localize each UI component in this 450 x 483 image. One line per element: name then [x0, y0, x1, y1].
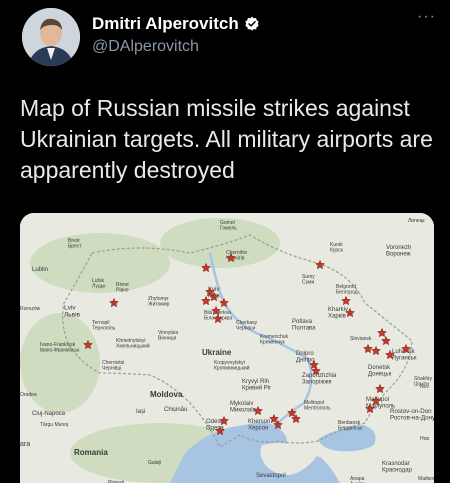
map-label-vinnytsia: Vinnytsia Вінниця: [158, 330, 178, 341]
map-label-oradea: Oradea: [20, 392, 37, 398]
map-label-galati: Galați: [148, 460, 161, 466]
map-label-rzeszow: Rzeszów: [20, 306, 41, 312]
map-label-nov2: Нов: [420, 436, 429, 442]
map-svg: Gomel ГомельЛипецкBrest БрестChernihiv Черн…: [20, 213, 434, 483]
verified-badge-icon: [245, 16, 259, 31]
avatar-image: [22, 8, 80, 66]
map-label-rivne: Rivne Рівне: [116, 282, 129, 293]
avatar[interactable]: [22, 8, 80, 66]
map-image[interactable]: Gomel Гомель Липецк Brest Брест Chernihiv Черн…: [20, 213, 434, 483]
map-label-anapa: AnapaАнапа: [350, 476, 365, 483]
map-label-nov: Nov: [420, 384, 429, 390]
map-label-belgorod: Belgorod Белгород: [336, 284, 358, 295]
map-label-chisinau: Chișinău: [164, 407, 187, 413]
map-label-khmelnytskyi: Khmelnytskyi Хмельницький: [116, 338, 150, 349]
map-label-zhytomyr: Zhytomyr Житомир: [148, 296, 170, 307]
map-label-cherkasy: Cherkasy Черкаси: [236, 320, 258, 331]
map-label-ivano-frankivsk: Ivano-Frankivsk Івано-Франківськ: [40, 342, 80, 353]
map-label-cluj: Cluj-Napoca: [32, 411, 66, 417]
map-label-sumy: Sumy Суми: [302, 274, 315, 285]
map-label-iasi: Iași: [136, 409, 145, 415]
map-label-kharkiv: Kharkiv Харків: [328, 307, 348, 319]
map-label-sevastopol: Sevastopol: [256, 473, 286, 479]
author-name[interactable]: Dmitri Alperovitch: [92, 14, 239, 34]
map-label-lublin: Lublin: [32, 267, 48, 273]
map-label-rostov: Rostov-on-Don Ростов-на-Дону: [390, 408, 434, 422]
more-options-icon[interactable]: ···: [417, 8, 436, 26]
author-handle[interactable]: @DAlperovitch: [92, 38, 199, 56]
tweet-header: Dmitri Alperovitch @DAlperovitch ···: [0, 0, 450, 80]
map-label-donetsk: Donetsk Донецьк: [368, 365, 392, 377]
map-label-ukraine: Ukraine: [202, 348, 232, 357]
map-label-sloviansk: Sloviansk: [350, 336, 372, 342]
map-label-ara: ara: [20, 441, 30, 448]
author-name-row[interactable]: Dmitri Alperovitch: [92, 14, 260, 34]
tweet-text: Map of Russian missile strikes against U…: [20, 95, 433, 183]
map-label-gomel: Gomel Гомель: [220, 220, 237, 231]
map-label-chernivtsi: Chernivtsi Чернівці: [102, 360, 124, 371]
map-label-kremenchuk: Kremenchuk Кременчук: [260, 334, 289, 345]
map-label-kherson: Kherson Херсон: [248, 419, 270, 431]
map-label-moldova: Moldova: [150, 390, 183, 399]
map-label-targu-mures: Târgu Mureș: [40, 422, 69, 428]
map-label-lipetsk: Липецк: [408, 218, 425, 224]
map-label-krasnodar: Krasnodar Краснодар: [382, 461, 413, 473]
map-label-mykolaiv: Mykolaiv Миколаїв: [230, 401, 256, 413]
map-label-voronezh: Voronezh Воронеж: [386, 245, 411, 257]
map-label-kryvyi-rih: Kryvyi Rih Кривий Ріг: [242, 379, 272, 391]
map-label-dnipro: Dnipro Дніпро: [296, 351, 315, 363]
map-label-romania: Romania: [74, 448, 108, 457]
map-label-kropyvnytskyi: Kropyvnytskyi Кропивницький: [214, 360, 250, 371]
map-label-maikop: Майкоп: [418, 475, 434, 482]
map-label-kursk: Kursk Курск: [330, 242, 344, 253]
map-label-berdiansk: Berdiansk Бердянськ: [338, 420, 363, 431]
